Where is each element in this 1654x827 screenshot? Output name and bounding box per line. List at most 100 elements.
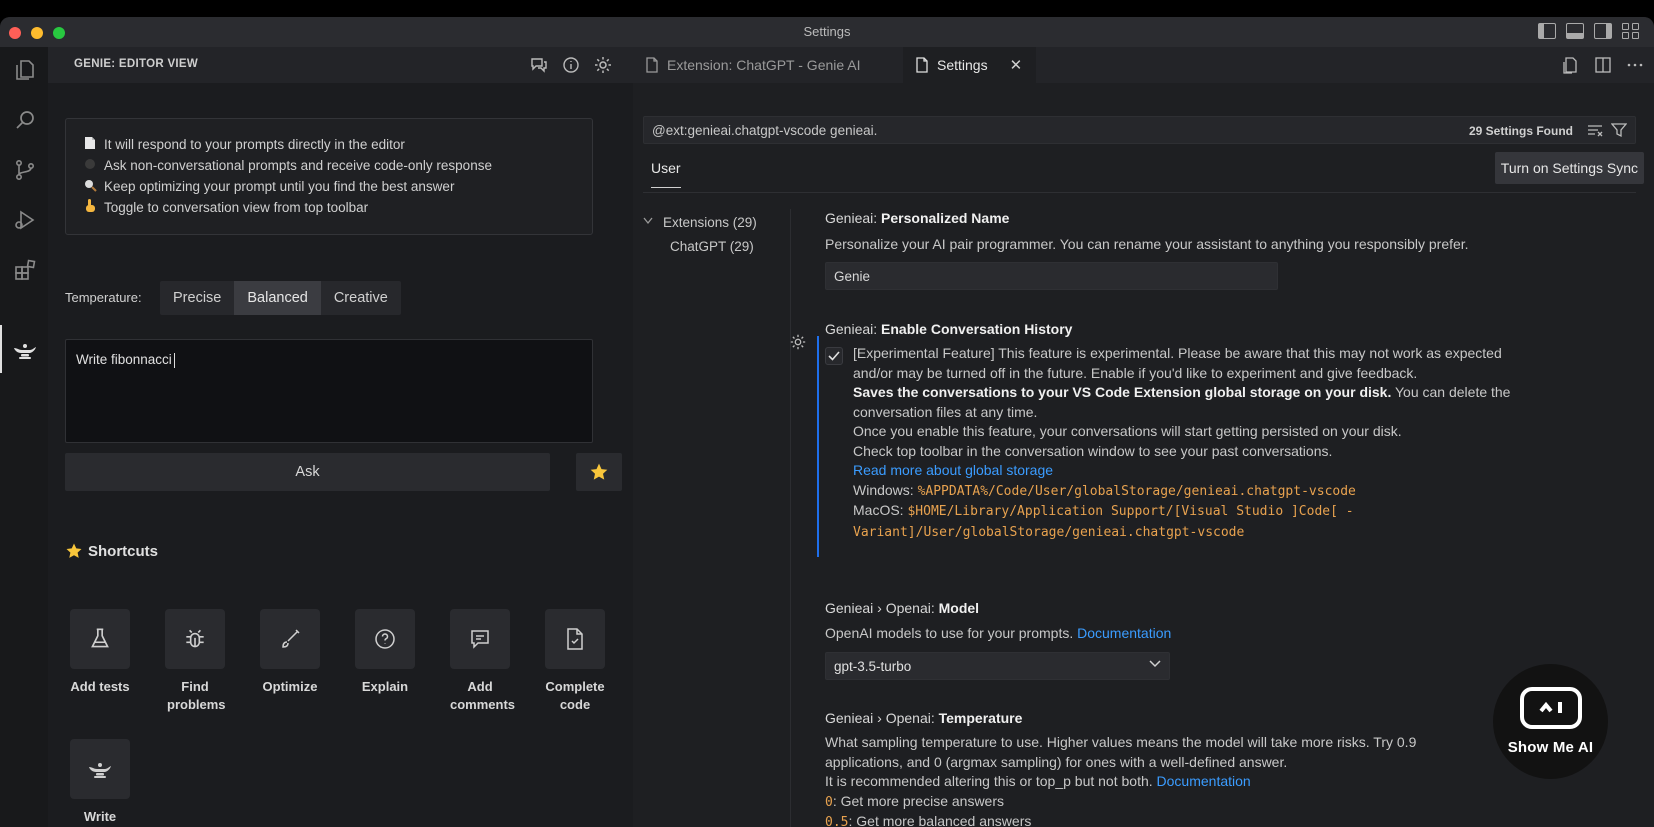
- activity-bar: [0, 47, 48, 827]
- favorite-button[interactable]: [576, 453, 622, 491]
- desc-text: : Get more precise answers: [832, 792, 1004, 809]
- genie-lamp-icon[interactable]: [70, 739, 130, 799]
- setting-name: Model: [938, 600, 980, 616]
- tree-label: Extensions (29): [663, 214, 757, 230]
- clear-filter-icon[interactable]: [1587, 122, 1603, 138]
- prompt-text: Write fibonnacci: [76, 352, 172, 367]
- desc-line: Windows: %APPDATA%/Code/User/globalStora…: [853, 481, 1513, 502]
- info-line-text: It will respond to your prompts directly…: [104, 137, 405, 152]
- setting-title: Genieai: Personalized Name: [825, 210, 1009, 226]
- model-select[interactable]: gpt-3.5-turbo: [825, 652, 1170, 680]
- run-debug-icon[interactable]: [12, 207, 38, 233]
- file-check-icon[interactable]: [545, 609, 605, 669]
- desc-text: It is recommended altering this or top_p…: [825, 773, 1157, 789]
- setting-description: Personalize your AI pair programmer. You…: [825, 236, 1469, 252]
- split-editor-icon[interactable]: [1594, 56, 1612, 74]
- vscode-window: Settings GENIE: EDITOR VIEW It will resp…: [0, 17, 1654, 827]
- info-line-text: Ask non-conversational prompts and recei…: [104, 158, 492, 173]
- prompt-input[interactable]: Write fibonnacci: [65, 339, 593, 443]
- tree-item-chatgpt[interactable]: ChatGPT (29): [643, 234, 757, 258]
- temperature-precise-button[interactable]: Precise: [160, 281, 234, 315]
- genie-lamp-icon[interactable]: [12, 337, 38, 363]
- comment-icon[interactable]: [450, 609, 510, 669]
- watermark-text: Show Me AI: [1507, 739, 1594, 756]
- toggle-panel-icon[interactable]: [1566, 23, 1584, 39]
- brush-icon[interactable]: [260, 609, 320, 669]
- flask-icon[interactable]: [70, 609, 130, 669]
- toggle-primary-sidebar-icon[interactable]: [1538, 23, 1556, 39]
- setting-title: Genieai › Openai: Temperature: [825, 710, 1022, 726]
- setting-description: What sampling temperature to use. Higher…: [825, 733, 1445, 827]
- customize-layout-icon[interactable]: [1622, 23, 1640, 39]
- shortcut-label: Complete code: [545, 679, 605, 712]
- shortcut-label: Explain: [361, 679, 409, 694]
- windows-path: %APPDATA%/Code/User/globalStorage/geniea…: [917, 483, 1356, 499]
- conversation-history-checkbox[interactable]: [825, 347, 843, 365]
- setting-prefix: Genieai:: [825, 321, 882, 337]
- tab-settings[interactable]: Settings ✕: [903, 47, 1036, 83]
- tree-label: ChatGPT (29): [670, 238, 754, 254]
- select-value: gpt-3.5-turbo: [834, 659, 912, 674]
- desc-line: and/or may be turned off in the future. …: [853, 364, 1418, 381]
- personalized-name-input[interactable]: Genie: [825, 262, 1278, 290]
- divider: [643, 192, 1636, 193]
- desc-line: Check top toolbar in the conversation wi…: [853, 442, 1333, 459]
- desc-line: 0.5: Get more balanced answers: [825, 812, 1445, 827]
- bug-icon[interactable]: [165, 609, 225, 669]
- shortcut-label: Add comments: [450, 679, 516, 712]
- tab-user-settings[interactable]: User: [651, 160, 681, 188]
- settings-search-input[interactable]: @ext:genieai.chatgpt-vscode genieai. 29 …: [643, 116, 1636, 144]
- desc-text: You can delete the: [1391, 384, 1511, 400]
- star-icon: [66, 543, 82, 558]
- desc-line: Saves the conversations to your VS Code …: [853, 383, 1513, 403]
- star-icon: [590, 463, 608, 480]
- toggle-secondary-sidebar-icon[interactable]: [1594, 23, 1612, 39]
- model-documentation-link[interactable]: Documentation: [1077, 625, 1171, 641]
- desc-text: MacOS:: [853, 502, 908, 518]
- shortcut-optimize[interactable]: Optimize: [250, 609, 330, 696]
- shortcut-add-comments[interactable]: Add comments: [440, 609, 520, 714]
- ask-button[interactable]: Ask: [65, 453, 550, 491]
- editor-tab-bar: Extension: ChatGPT - Genie AI Settings ✕: [633, 47, 1654, 83]
- global-storage-link[interactable]: Read more about global storage: [853, 462, 1053, 478]
- tree-item-extensions[interactable]: Extensions (29): [643, 210, 757, 234]
- temperature-documentation-link[interactable]: Documentation: [1157, 773, 1251, 789]
- settings-sync-button[interactable]: Turn on Settings Sync: [1494, 152, 1644, 184]
- layout-controls: [1538, 23, 1640, 39]
- source-control-icon[interactable]: [12, 157, 38, 183]
- tab-label: Settings: [937, 57, 988, 73]
- desc-line: MacOS: $HOME/Library/Application Support…: [853, 501, 1513, 522]
- setting-name: Enable Conversation History: [881, 321, 1073, 337]
- search-icon[interactable]: [12, 107, 38, 133]
- file-icon: [916, 57, 928, 73]
- temperature-selector: Precise Balanced Creative: [160, 281, 401, 315]
- search-value: @ext:genieai.chatgpt-vscode genieai.: [652, 123, 878, 138]
- more-actions-icon[interactable]: [1626, 56, 1644, 74]
- shortcut-add-tests[interactable]: Add tests: [60, 609, 140, 696]
- extensions-icon[interactable]: [12, 257, 38, 283]
- temperature-balanced-button[interactable]: Balanced: [234, 281, 321, 315]
- setting-description: [Experimental Feature] This feature is e…: [853, 344, 1513, 542]
- desc-code: 0: [825, 794, 833, 810]
- settings-tree: Extensions (29) ChatGPT (29): [643, 210, 757, 258]
- shortcut-explain[interactable]: Explain: [345, 609, 425, 696]
- shortcut-find-problems[interactable]: Find problems: [155, 609, 235, 714]
- close-icon[interactable]: ✕: [1010, 56, 1023, 74]
- open-settings-json-icon[interactable]: [1562, 56, 1580, 74]
- shortcut-write-dijkstras[interactable]: Write Dijkstra's: [60, 739, 140, 827]
- gear-icon[interactable]: [789, 333, 807, 354]
- desc-text: OpenAI models to use for your prompts.: [825, 625, 1078, 641]
- question-icon[interactable]: [355, 609, 415, 669]
- editor-actions: [1562, 56, 1644, 74]
- shortcut-complete-code[interactable]: Complete code: [535, 609, 615, 714]
- conversation-view-icon[interactable]: [529, 55, 549, 75]
- search-actions: [1587, 122, 1627, 138]
- explorer-icon[interactable]: [12, 57, 38, 83]
- window-title: Settings: [803, 24, 851, 39]
- text-caret: [173, 352, 175, 368]
- tab-extension-chatgpt[interactable]: Extension: ChatGPT - Genie AI: [633, 47, 889, 83]
- info-icon[interactable]: [561, 55, 581, 75]
- temperature-creative-button[interactable]: Creative: [321, 281, 401, 315]
- filter-icon[interactable]: [1611, 122, 1627, 138]
- gear-icon[interactable]: [593, 55, 613, 75]
